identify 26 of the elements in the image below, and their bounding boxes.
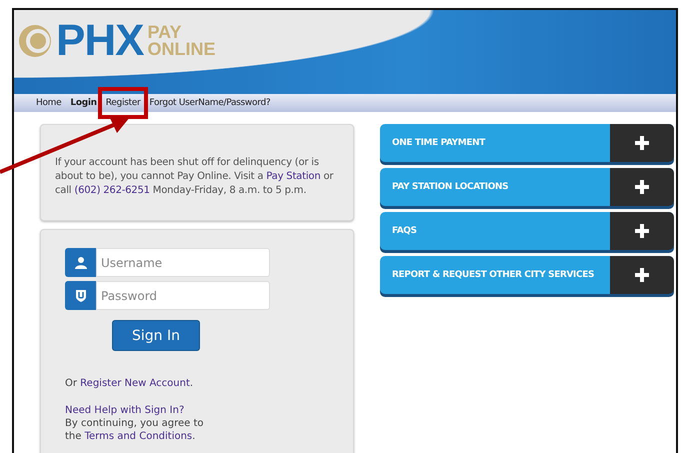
text-link[interactable]: Register New Account	[80, 378, 190, 389]
text-link[interactable]: (602) 262-6251	[74, 185, 150, 196]
nav-link[interactable]: Login	[70, 98, 97, 108]
nav-link[interactable]: Forgot UserName/Password?	[149, 98, 270, 108]
help-link[interactable]: Need Help with Sign In?	[65, 404, 353, 417]
password-field[interactable]: Password	[96, 281, 270, 310]
text-link[interactable]: Pay Station	[266, 171, 320, 182]
highlight-box	[98, 87, 148, 119]
plus-icon	[635, 268, 649, 282]
plus-icon	[635, 180, 649, 194]
logo-subtitle: PAY	[147, 24, 183, 41]
shield-icon	[65, 281, 96, 310]
register-text: Or Register New Account.	[65, 377, 194, 390]
plus-icon	[635, 224, 649, 238]
username-field[interactable]: Username	[96, 248, 270, 277]
nav-link[interactable]: Home	[36, 98, 62, 108]
text-link[interactable]: Terms and Conditions	[84, 431, 192, 442]
logo-subtitle: ONLINE	[147, 41, 216, 58]
notice-text: If your account has been shut off for delinquency (or is about to be), you cannot Pay Online. Visit a Pay Station or call (602) 262-6251 Monday-Friday, 8 a.m. to 5 p.m.	[55, 156, 334, 198]
plus-icon	[635, 136, 649, 150]
terms-text: By continuing, you agree to the Terms and Conditions.	[65, 417, 205, 443]
user-icon	[65, 248, 96, 277]
nav-link[interactable]: Register	[106, 98, 140, 108]
logo-icon	[18, 24, 52, 58]
sign-in-button[interactable]: Sign In	[112, 320, 200, 351]
logo-text: PHX	[56, 16, 144, 66]
